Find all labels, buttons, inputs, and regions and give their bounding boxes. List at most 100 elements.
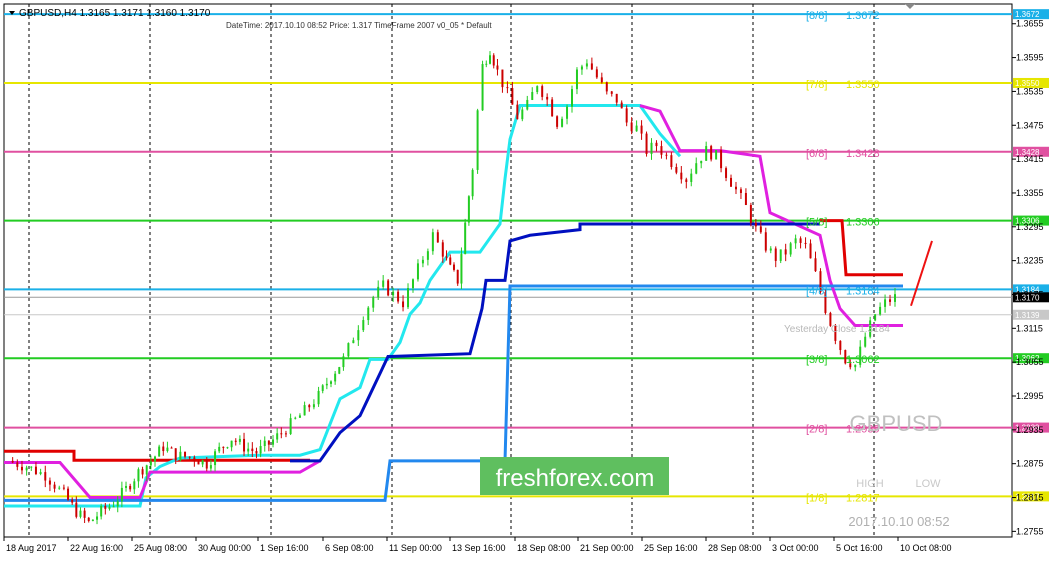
candle-body-60 xyxy=(267,440,270,445)
candle-body-13 xyxy=(71,499,74,503)
candle-body-140 xyxy=(640,125,643,134)
candle-body-150 xyxy=(690,173,693,182)
murrey-level-name-1: [7/8] xyxy=(806,79,827,91)
candle-body-49 xyxy=(222,446,225,448)
candle-body-88 xyxy=(397,291,400,302)
candle-body-59 xyxy=(263,440,266,447)
candle-body-131 xyxy=(595,69,598,78)
candle-body-83 xyxy=(372,297,375,308)
time-label-1: 22 Aug 16:00 xyxy=(70,543,123,553)
murrey-level-value-1: 1.3550 xyxy=(846,79,880,91)
candle-body-152 xyxy=(700,160,703,164)
candle-body-44 xyxy=(201,460,204,465)
candle-body-35 xyxy=(162,446,165,452)
candle-body-17 xyxy=(87,517,90,522)
candle-body-3 xyxy=(25,467,28,471)
candle-body-47 xyxy=(214,451,217,466)
candle-body-154 xyxy=(710,146,713,160)
candle-body-141 xyxy=(645,133,648,155)
time-label-11: 28 Sep 08:00 xyxy=(708,543,762,553)
candle-body-73 xyxy=(325,383,328,386)
candle-body-124 xyxy=(561,118,564,127)
time-label-14: 10 Oct 08:00 xyxy=(900,543,952,553)
candle-body-157 xyxy=(725,168,728,178)
candle-body-65 xyxy=(289,418,292,434)
time-label-8: 18 Sep 08:00 xyxy=(517,543,571,553)
price-tick-label-7: 1.3235 xyxy=(1016,256,1044,266)
candle-body-180 xyxy=(839,340,842,351)
candle-body-137 xyxy=(625,108,628,123)
candle-body-43 xyxy=(197,461,200,465)
candle-body-171 xyxy=(794,238,797,244)
time-label-7: 13 Sep 16:00 xyxy=(452,543,506,553)
candle-body-41 xyxy=(188,456,191,458)
datetime-watermark: 2017.10.10 08:52 xyxy=(848,514,949,529)
murrey-level-value-3: 1.3306 xyxy=(846,217,880,229)
candle-body-128 xyxy=(580,66,583,70)
candle-body-104 xyxy=(467,196,470,223)
candle-body-105 xyxy=(471,169,474,197)
candle-body-62 xyxy=(276,433,279,440)
candle-body-156 xyxy=(720,150,723,169)
candle-body-4 xyxy=(30,466,33,468)
candle-body-173 xyxy=(804,242,807,244)
candle-body-57 xyxy=(255,451,258,454)
candle-body-153 xyxy=(705,146,708,161)
candle-body-2 xyxy=(20,466,23,471)
candle-body-14 xyxy=(75,502,78,517)
candle-body-71 xyxy=(317,390,320,405)
price-tick-label-11: 1.2995 xyxy=(1016,391,1044,401)
candle-body-54 xyxy=(243,438,246,452)
brand-watermark: freshforex.com xyxy=(496,465,655,492)
murrey-level-name-7: [1/8] xyxy=(806,492,827,504)
candle-body-168 xyxy=(779,249,782,261)
candle-body-75 xyxy=(334,373,337,382)
price-chart[interactable]: [8/8] 1.3672 [7/8] 1.3550 [6/8] 1.3428 [5/8] 1.… xyxy=(0,0,1055,561)
candle-body-102 xyxy=(460,254,463,284)
candle-body-67 xyxy=(298,415,301,418)
candle-body-77 xyxy=(342,356,345,368)
candle-body-115 xyxy=(516,104,519,120)
candle-body-30 xyxy=(141,469,144,475)
candle-body-133 xyxy=(605,82,608,92)
current-price-tag: 1.3170 xyxy=(1015,293,1040,302)
candle-body-165 xyxy=(764,232,767,251)
candle-body-162 xyxy=(749,204,752,223)
candle-body-40 xyxy=(184,451,187,457)
time-label-13: 5 Oct 16:00 xyxy=(836,543,883,553)
candle-body-63 xyxy=(280,433,283,435)
time-label-0: 18 Aug 2017 xyxy=(6,543,57,553)
murrey-level-name-5: [3/8] xyxy=(806,354,827,366)
candle-body-53 xyxy=(238,438,241,442)
candle-body-95 xyxy=(431,232,434,252)
candle-body-112 xyxy=(501,69,504,88)
murrey-level-value-0: 1.3672 xyxy=(846,10,880,22)
price-tick-label-1: 1.3595 xyxy=(1016,53,1044,63)
candle-body-161 xyxy=(744,193,747,205)
candle-body-107 xyxy=(481,64,484,111)
price-tick-label-3: 1.3475 xyxy=(1016,120,1044,130)
candle-body-93 xyxy=(421,259,424,264)
candle-body-58 xyxy=(259,446,262,454)
price-tick-label-0: 1.3655 xyxy=(1016,19,1044,29)
candle-body-145 xyxy=(665,154,668,156)
candle-body-32 xyxy=(149,461,152,466)
candle-body-56 xyxy=(251,448,254,452)
candle-body-167 xyxy=(774,248,777,261)
candle-body-106 xyxy=(476,110,479,170)
candle-body-138 xyxy=(630,122,633,132)
candle-body-113 xyxy=(506,87,509,89)
candle-body-126 xyxy=(571,89,574,107)
candle-body-190 xyxy=(889,299,892,302)
candle-body-144 xyxy=(660,146,663,155)
candle-body-92 xyxy=(416,263,419,280)
candle-body-1 xyxy=(16,462,19,467)
candle-body-127 xyxy=(575,69,578,90)
candle-body-86 xyxy=(387,280,390,296)
chart-window[interactable]: [8/8] 1.3672 [7/8] 1.3550 [6/8] 1.3428 [5/8] 1.… xyxy=(0,0,1055,561)
candle-body-15 xyxy=(79,510,82,517)
candle-body-10 xyxy=(58,487,61,489)
candle-body-118 xyxy=(531,91,534,100)
candle-body-27 xyxy=(129,485,132,490)
candle-body-136 xyxy=(620,102,623,109)
